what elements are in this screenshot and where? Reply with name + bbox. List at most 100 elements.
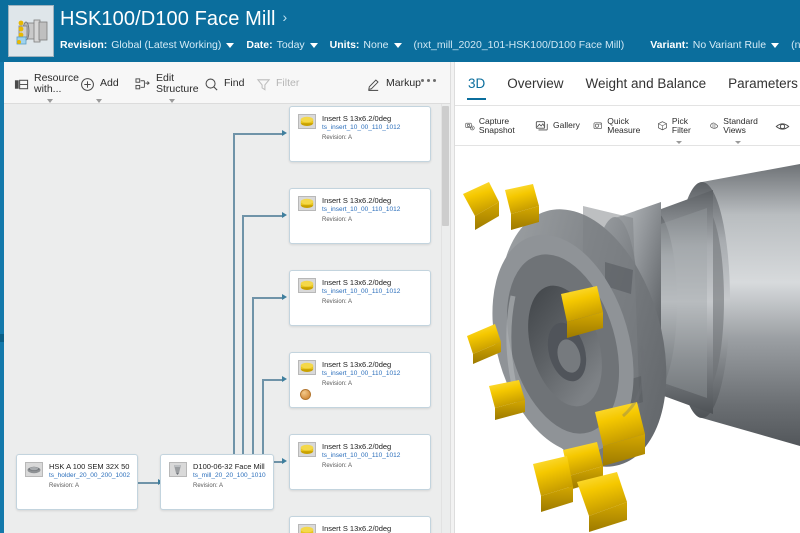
eye-visibility-icon <box>775 122 790 130</box>
pick-filter-label: Pick Filter <box>671 115 691 135</box>
node-id-link[interactable]: ts_mill_20_20_100_1010 <box>193 472 266 481</box>
meta-revision-label: Revision: <box>60 39 108 51</box>
markup-button[interactable]: Markup <box>366 68 421 100</box>
node-revision: Revision: A <box>322 216 353 223</box>
node-revision: Revision: A <box>49 482 80 489</box>
node-title: Insert S 13x6.2/0deg <box>322 278 392 287</box>
meta-date-value: Today <box>276 39 305 51</box>
chevron-down-icon[interactable] <box>47 99 53 103</box>
node-title: D100-06-32 Face Mill <box>193 462 265 471</box>
node-id-link[interactable]: ts_holder_20_00_200_1002 <box>49 472 130 481</box>
resource-with-button[interactable]: Resource with... <box>14 68 86 103</box>
find-button[interactable]: Find <box>204 68 244 100</box>
connector-arrow-icon <box>282 458 287 464</box>
node-title: HSK A 100 SEM 32X 50 <box>49 462 130 471</box>
meta-variant[interactable]: Variant: No Variant Rule (nxt_mill_2020_… <box>650 39 800 51</box>
gallery-button[interactable]: Gallery <box>535 112 580 140</box>
node-title: Insert S 13x6.2/0deg <box>322 524 392 533</box>
find-label: Find <box>224 77 245 90</box>
edit-structure-button[interactable]: Edit Structure <box>135 68 208 103</box>
meta-units[interactable]: Units: None (nxt_mill_2020_101-HSK100/D1… <box>330 39 651 51</box>
chevron-down-icon[interactable] <box>226 42 235 48</box>
tab-parameters[interactable]: Parameters <box>727 66 799 102</box>
pick-filter-icon <box>658 121 667 131</box>
capture-snapshot-button[interactable]: Capture Snapshot <box>465 112 527 140</box>
magnifier-icon <box>205 78 218 91</box>
viewer-pane: 3D Overview Weight and Balance Parameter… <box>455 62 800 533</box>
chevron-down-icon[interactable] <box>771 42 780 48</box>
chevron-down-icon[interactable] <box>309 42 318 48</box>
chevron-down-icon[interactable] <box>735 141 741 144</box>
header-meta-row: Revision: Global (Latest Working) Date: … <box>60 36 800 54</box>
add-label: Add <box>100 77 119 90</box>
node-id-link[interactable]: ts_insert_10_00_110_1012 <box>322 206 400 215</box>
node-revision: Revision: A <box>193 482 224 489</box>
insert-part-icon <box>298 196 316 211</box>
scrollbar-thumb[interactable] <box>442 106 449 226</box>
quick-measure-button[interactable]: Quick Measure <box>593 112 649 140</box>
connector-arrow-icon <box>282 212 287 218</box>
tree-node-insert[interactable]: Insert S 13x6.2/0deg ts_insert_10_00_110… <box>289 434 431 490</box>
connector-line <box>233 133 235 496</box>
node-id-link[interactable]: ts_insert_10_00_110_1012 <box>322 370 400 379</box>
meta-units-value: None <box>363 39 389 51</box>
dot-icon <box>433 79 436 82</box>
tree-node-insert[interactable]: Insert S 13x6.2/0deg ts_insert_10_00_110… <box>289 188 431 244</box>
node-revision: Revision: A <box>322 380 353 387</box>
tab-3d[interactable]: 3D <box>467 66 487 102</box>
node-revision: Revision: A <box>322 298 353 305</box>
meta-date[interactable]: Date: Today <box>246 39 329 51</box>
tab-weight-and-balance[interactable]: Weight and Balance <box>585 66 708 102</box>
edit-structure-label: Edit Structure <box>156 71 199 95</box>
node-id-link[interactable]: ts_insert_10_00_110_1012 <box>322 124 400 133</box>
model-viewport-3d[interactable] <box>455 146 800 533</box>
connector-line <box>242 215 284 217</box>
pick-filter-button[interactable]: Pick Filter <box>657 112 701 144</box>
meta-variant-label: Variant: <box>650 39 689 51</box>
dot-icon <box>427 79 430 82</box>
standard-views-icon <box>710 122 719 129</box>
connector-arrow-icon <box>282 130 287 136</box>
toolbar-overflow-button[interactable] <box>421 79 436 82</box>
chevron-down-icon[interactable] <box>676 141 682 144</box>
standard-views-button[interactable]: Standard Views <box>709 112 767 144</box>
node-id-link[interactable]: ts_insert_10_00_110_1012 <box>322 452 400 461</box>
tree-node-mill[interactable]: D100-06-32 Face Mill ts_mill_20_20_100_1… <box>160 454 274 510</box>
page-title: HSK100/D100 Face Mill › <box>60 4 287 32</box>
tree-node-insert[interactable]: Insert S 13x6.2/0deg ts_insert_10_00_110… <box>289 106 431 162</box>
tree-node-insert-partial[interactable]: Insert S 13x6.2/0deg ts_insert_10_00_110… <box>289 516 431 533</box>
chevron-down-icon[interactable] <box>96 99 103 103</box>
node-title: Insert S 13x6.2/0deg <box>322 196 392 205</box>
add-button[interactable]: Add <box>80 68 119 103</box>
meta-variant-value: No Variant Rule <box>692 39 767 51</box>
insert-part-icon <box>298 278 316 293</box>
node-revision: Revision: A <box>322 462 353 469</box>
meta-units-context: (nxt_mill_2020_101-HSK100/D100 Face Mill… <box>413 39 625 51</box>
tree-vertical-scrollbar[interactable] <box>441 104 450 533</box>
tab-overview[interactable]: Overview <box>506 66 564 102</box>
mill-part-icon <box>169 462 187 477</box>
node-status-badge-icon[interactable] <box>300 389 311 400</box>
gallery-label: Gallery <box>553 120 580 131</box>
tree-node-insert[interactable]: Insert S 13x6.2/0deg ts_insert_10_00_110… <box>289 270 431 326</box>
page-title-text: HSK100/D100 Face Mill <box>60 8 276 30</box>
node-id-link[interactable]: ts_insert_10_00_110_1012 <box>322 288 400 297</box>
structure-toolbar: Resource with... Add Edit Structure Find… <box>4 62 450 104</box>
visibility-toggle-button[interactable] <box>775 112 790 140</box>
capture-snapshot-label: Capture Snapshot <box>478 115 515 135</box>
chevron-down-icon[interactable] <box>393 42 402 48</box>
holder-part-icon <box>25 462 43 477</box>
chevron-down-icon[interactable] <box>168 99 175 103</box>
gallery-icon <box>535 121 548 131</box>
tree-node-insert[interactable]: Insert S 13x6.2/0deg ts_insert_10_00_110… <box>289 352 431 408</box>
face-mill-3d-model <box>455 146 800 533</box>
tree-node-holder[interactable]: HSK A 100 SEM 32X 50 ts_holder_20_00_200… <box>16 454 138 510</box>
meta-revision[interactable]: Revision: Global (Latest Working) <box>60 39 246 51</box>
tool-assembly-thumbnail-icon[interactable] <box>8 5 54 57</box>
structure-tree-canvas[interactable]: Insert S 13x6.2/0deg ts_insert_10_00_110… <box>4 104 450 533</box>
viewer-tabs: 3D Overview Weight and Balance Parameter… <box>455 62 800 106</box>
chevron-right-icon[interactable]: › <box>283 4 288 30</box>
filter-button[interactable]: Filter <box>256 68 299 100</box>
quick-measure-icon <box>593 122 602 129</box>
page-title-group: HSK100/D100 Face Mill › <box>60 4 287 32</box>
